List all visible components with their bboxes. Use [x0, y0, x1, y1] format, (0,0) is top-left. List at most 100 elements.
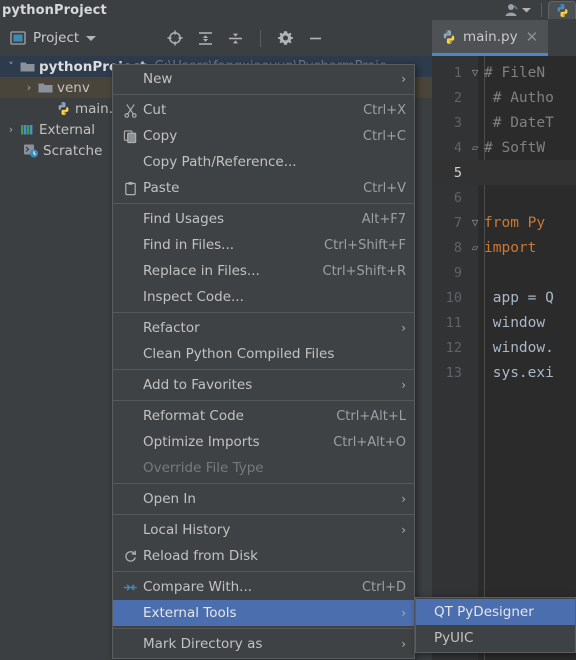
fold-marker-icon[interactable]: ▽: [466, 216, 484, 229]
code-text: # FileN: [484, 64, 546, 81]
code-text: window.: [484, 339, 554, 356]
menu-item-shortcut: Ctrl+C: [362, 128, 406, 144]
code-line: 5: [432, 160, 576, 185]
menu-item-paste[interactable]: Paste Ctrl+V: [113, 175, 414, 201]
menu-item-label: Local History: [143, 522, 231, 538]
code-line: 7 ▽ from Py: [432, 210, 576, 235]
editor-tab-main-py[interactable]: main.py ✕: [432, 20, 548, 56]
account-button[interactable]: [496, 0, 539, 20]
menu-item-clean-python-compiled-files[interactable]: Clean Python Compiled Files: [113, 341, 414, 367]
chevron-down-icon: [522, 7, 531, 13]
chevron-collapsed-icon[interactable]: ›: [4, 123, 18, 136]
menu-item-refactor[interactable]: Refactor ›: [113, 315, 414, 341]
code-text: sys.exi: [484, 364, 554, 381]
window-title: pythonProject: [2, 2, 107, 18]
menu-item-inspect-code[interactable]: Inspect Code...: [113, 284, 414, 310]
menu-item-label: External Tools: [143, 605, 237, 621]
code-line: 10 app = Q: [432, 285, 576, 310]
fold-end-icon[interactable]: ▱: [466, 241, 484, 254]
menu-item-label: Reformat Code: [143, 408, 244, 424]
menu-item-reload-from-disk[interactable]: Reload from Disk: [113, 543, 414, 569]
menu-item-label: Mark Directory as: [143, 636, 263, 652]
code-line: 2 # Autho: [432, 85, 576, 110]
menu-item-label: Cut: [143, 102, 167, 118]
menu-item-shortcut: Ctrl+Shift+F: [324, 237, 406, 253]
menu-item-add-to-favorites[interactable]: Add to Favorites ›: [113, 372, 414, 398]
project-panel-label: Project: [33, 30, 80, 46]
menu-separator: [113, 514, 414, 515]
submenu-item-pyuic[interactable]: PyUIC: [416, 625, 575, 651]
menu-item-open-in[interactable]: Open In ›: [113, 486, 414, 512]
fold-end-icon[interactable]: ▱: [466, 141, 484, 154]
menu-item-shortcut: Ctrl+V: [363, 180, 406, 196]
menu-item-label: Add to Favorites: [143, 377, 253, 393]
user-account-icon: [504, 3, 520, 17]
code-line: 12 window.: [432, 335, 576, 360]
compare-icon: [117, 580, 143, 595]
chevron-right-icon: ›: [401, 606, 406, 620]
python-file-icon: [555, 3, 570, 18]
menu-item-compare-with[interactable]: Compare With... Ctrl+D: [113, 574, 414, 600]
tree-item-label: External: [39, 121, 96, 138]
chevron-right-icon: ›: [401, 321, 406, 335]
python-file-icon: [54, 101, 72, 116]
run-configuration-button[interactable]: [548, 1, 576, 19]
menu-item-copy[interactable]: Copy Ctrl+C: [113, 123, 414, 149]
chevron-right-icon: ›: [401, 523, 406, 537]
menu-item-shortcut: Alt+F7: [361, 211, 406, 227]
line-number: 7: [453, 214, 462, 231]
collapse-all-icon[interactable]: [227, 30, 244, 47]
menu-item-external-tools[interactable]: External Tools ›: [113, 600, 414, 626]
expand-all-icon[interactable]: [197, 30, 214, 47]
external-tools-submenu: QT PyDesigner PyUIC: [415, 597, 576, 653]
folder-icon: [18, 60, 36, 73]
fold-marker-icon[interactable]: ▽: [466, 66, 484, 79]
code-line: 6: [432, 185, 576, 210]
project-panel-header[interactable]: Project: [0, 20, 97, 56]
menu-item-override-file-type: Override File Type: [113, 455, 414, 481]
menu-item-cut[interactable]: Cut Ctrl+X: [113, 97, 414, 123]
chevron-collapsed-icon[interactable]: ›: [22, 81, 36, 94]
code-lines: 1 ▽ # FileN 2 # Autho 3 # DateT 4 ▱ # So…: [432, 60, 576, 385]
menu-item-shortcut: Ctrl+Alt+L: [336, 408, 406, 424]
code-editor[interactable]: 1 ▽ # FileN 2 # Autho 3 # DateT 4 ▱ # So…: [432, 56, 576, 660]
settings-gear-icon[interactable]: [277, 30, 294, 47]
code-text: # SoftW: [484, 139, 546, 156]
scratches-icon: [22, 143, 40, 158]
menu-separator: [113, 628, 414, 629]
python-file-icon: [441, 29, 457, 45]
menu-separator: [113, 483, 414, 484]
menu-item-replace-in-files[interactable]: Replace in Files... Ctrl+Shift+R: [113, 258, 414, 284]
chevron-right-icon: ›: [401, 637, 406, 651]
menu-item-shortcut: Ctrl+X: [363, 102, 406, 118]
menu-item-label: Clean Python Compiled Files: [143, 346, 335, 362]
chevron-down-icon[interactable]: [86, 35, 97, 41]
menu-item-label: Open In: [143, 491, 196, 507]
code-text: app = Q: [484, 289, 554, 306]
menu-item-find-usages[interactable]: Find Usages Alt+F7: [113, 206, 414, 232]
close-icon[interactable]: ✕: [526, 28, 539, 46]
toolbar-divider: [541, 3, 542, 17]
menu-item-new[interactable]: New ›: [113, 66, 414, 92]
hide-panel-icon[interactable]: [307, 30, 324, 47]
menu-item-reformat-code[interactable]: Reformat Code Ctrl+Alt+L: [113, 403, 414, 429]
menu-item-local-history[interactable]: Local History ›: [113, 517, 414, 543]
code-text: # Autho: [484, 89, 554, 106]
submenu-item-qt-pydesigner[interactable]: QT PyDesigner: [416, 599, 575, 625]
menu-item-mark-directory-as[interactable]: Mark Directory as ›: [113, 631, 414, 657]
chevron-expanded-icon[interactable]: ˅: [4, 60, 18, 73]
menu-item-optimize-imports[interactable]: Optimize Imports Ctrl+Alt+O: [113, 429, 414, 455]
panel-action-icons: [166, 29, 324, 47]
menu-item-label: Copy: [143, 128, 178, 144]
locate-target-icon[interactable]: [166, 29, 184, 47]
line-number: 10: [445, 289, 462, 306]
menu-item-find-in-files[interactable]: Find in Files... Ctrl+Shift+F: [113, 232, 414, 258]
menu-item-shortcut: Ctrl+D: [361, 579, 406, 595]
line-number: 13: [445, 364, 462, 381]
folder-icon: [36, 81, 54, 94]
menu-item-copy-path-reference[interactable]: Copy Path/Reference...: [113, 149, 414, 175]
line-number: 2: [453, 89, 462, 106]
menu-item-label: Paste: [143, 180, 180, 196]
editor-tab-label: main.py: [463, 28, 518, 45]
tree-item-label: Scratche: [43, 142, 103, 159]
